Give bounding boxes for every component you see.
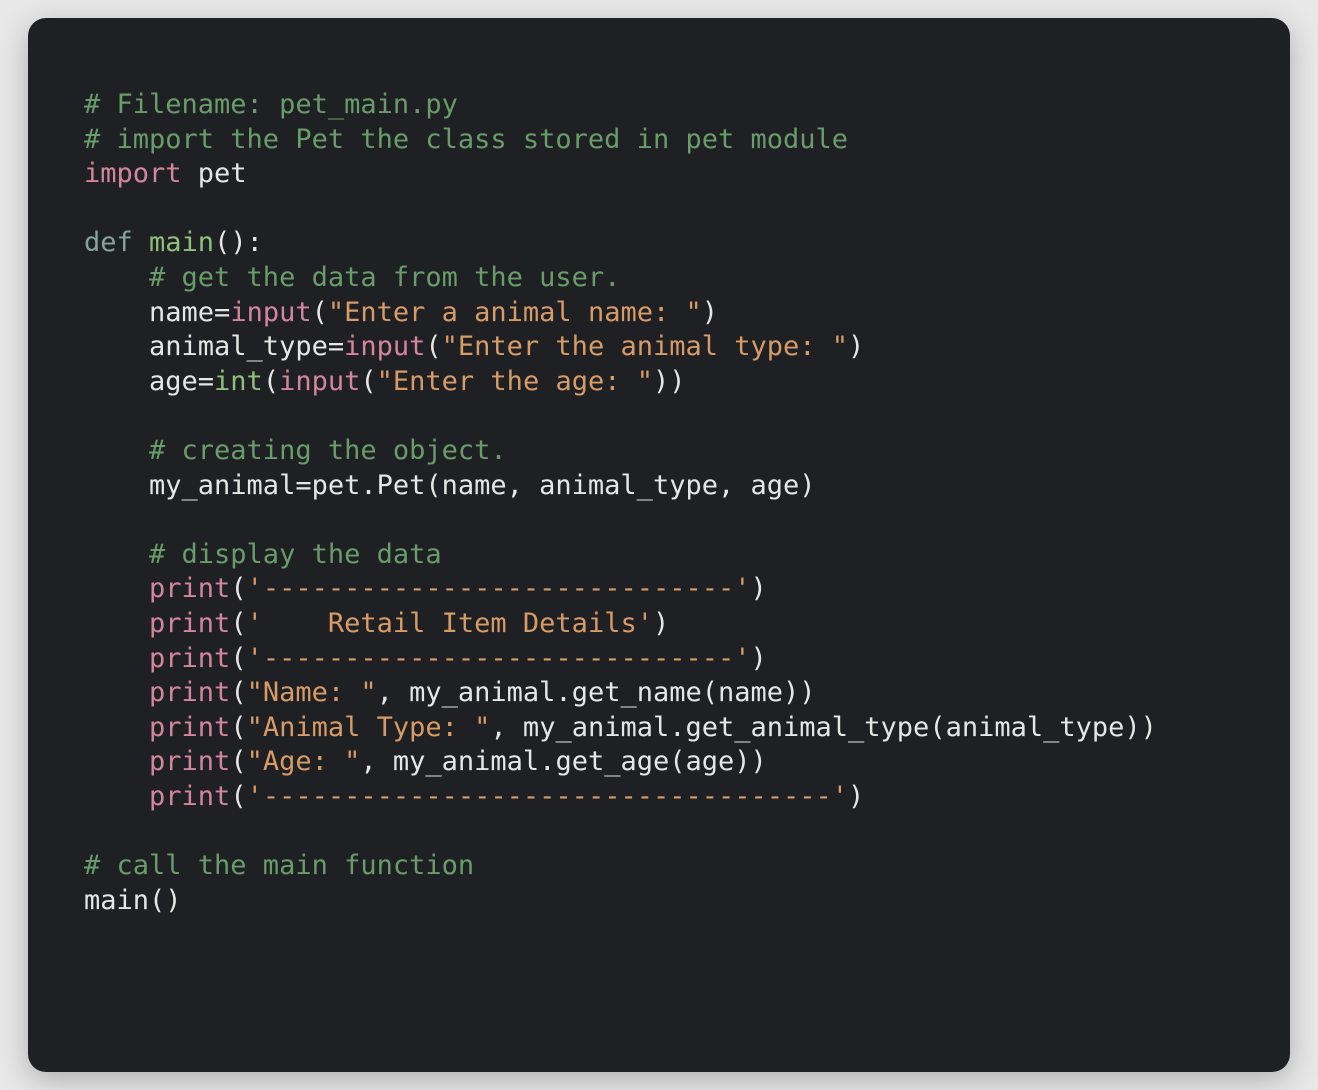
code-text bbox=[84, 608, 149, 639]
builtin-print: print bbox=[149, 643, 230, 674]
string-literal: '-----------------------------------' bbox=[247, 781, 848, 812]
code-text: name= bbox=[84, 297, 230, 328]
code-text: , my_animal.get_name(name)) bbox=[377, 677, 816, 708]
punct: (): bbox=[214, 227, 263, 258]
comment-line: # creating the object. bbox=[84, 435, 507, 466]
punct: ) bbox=[848, 781, 864, 812]
punct: ( bbox=[360, 366, 376, 397]
punct: ( bbox=[263, 366, 279, 397]
code-text bbox=[84, 746, 149, 777]
string-literal: "Enter the animal type: " bbox=[442, 331, 848, 362]
python-code: # Filename: pet_main.py # import the Pet… bbox=[28, 18, 1290, 918]
builtin-print: print bbox=[149, 712, 230, 743]
builtin-print: print bbox=[149, 746, 230, 777]
string-literal: "Enter the age: " bbox=[377, 366, 653, 397]
comment-line: # get the data from the user. bbox=[84, 262, 620, 293]
string-literal: '-----------------------------' bbox=[247, 643, 751, 674]
punct: )) bbox=[653, 366, 686, 397]
code-text: my_animal=pet.Pet(name, animal_type, age… bbox=[84, 470, 816, 501]
keyword-import: import bbox=[84, 158, 182, 189]
builtin-print: print bbox=[149, 677, 230, 708]
builtin-print: print bbox=[149, 781, 230, 812]
punct: ) bbox=[653, 608, 669, 639]
punct: ) bbox=[702, 297, 718, 328]
code-text bbox=[84, 643, 149, 674]
punct: ( bbox=[230, 712, 246, 743]
string-literal: "Enter a animal name: " bbox=[328, 297, 702, 328]
code-text bbox=[84, 781, 149, 812]
comment-line: # Filename: pet_main.py bbox=[84, 89, 458, 120]
punct: ( bbox=[230, 677, 246, 708]
comment-line: # import the Pet the class stored in pet… bbox=[84, 124, 848, 155]
keyword-def: def bbox=[84, 227, 133, 258]
punct: ( bbox=[312, 297, 328, 328]
punct: ) bbox=[751, 643, 767, 674]
code-text: , my_animal.get_animal_type(animal_type)… bbox=[490, 712, 1156, 743]
function-name: main bbox=[133, 227, 214, 258]
punct: ( bbox=[230, 608, 246, 639]
string-literal: "Age: " bbox=[247, 746, 361, 777]
comment-line: # call the main function bbox=[84, 850, 474, 881]
punct: ( bbox=[230, 746, 246, 777]
code-block: # Filename: pet_main.py # import the Pet… bbox=[28, 18, 1290, 1072]
string-literal: "Name: " bbox=[247, 677, 377, 708]
punct: ) bbox=[848, 331, 864, 362]
code-text: main() bbox=[84, 885, 182, 916]
punct: ( bbox=[230, 573, 246, 604]
code-text: animal_type= bbox=[84, 331, 344, 362]
code-text bbox=[84, 573, 149, 604]
punct: ) bbox=[751, 573, 767, 604]
builtin-print: print bbox=[149, 573, 230, 604]
punct: ( bbox=[425, 331, 441, 362]
builtin-print: print bbox=[149, 608, 230, 639]
punct: ( bbox=[230, 643, 246, 674]
punct: ( bbox=[230, 781, 246, 812]
string-literal: "Animal Type: " bbox=[247, 712, 491, 743]
builtin-input: input bbox=[344, 331, 425, 362]
module-name: pet bbox=[182, 158, 247, 189]
string-literal: '-----------------------------' bbox=[247, 573, 751, 604]
code-text: , my_animal.get_age(age)) bbox=[360, 746, 766, 777]
string-literal: ' Retail Item Details' bbox=[247, 608, 653, 639]
builtin-input: input bbox=[230, 297, 311, 328]
code-text: age= bbox=[84, 366, 214, 397]
builtin-input: input bbox=[279, 366, 360, 397]
code-text bbox=[84, 712, 149, 743]
builtin-int: int bbox=[214, 366, 263, 397]
comment-line: # display the data bbox=[84, 539, 442, 570]
code-text bbox=[84, 677, 149, 708]
